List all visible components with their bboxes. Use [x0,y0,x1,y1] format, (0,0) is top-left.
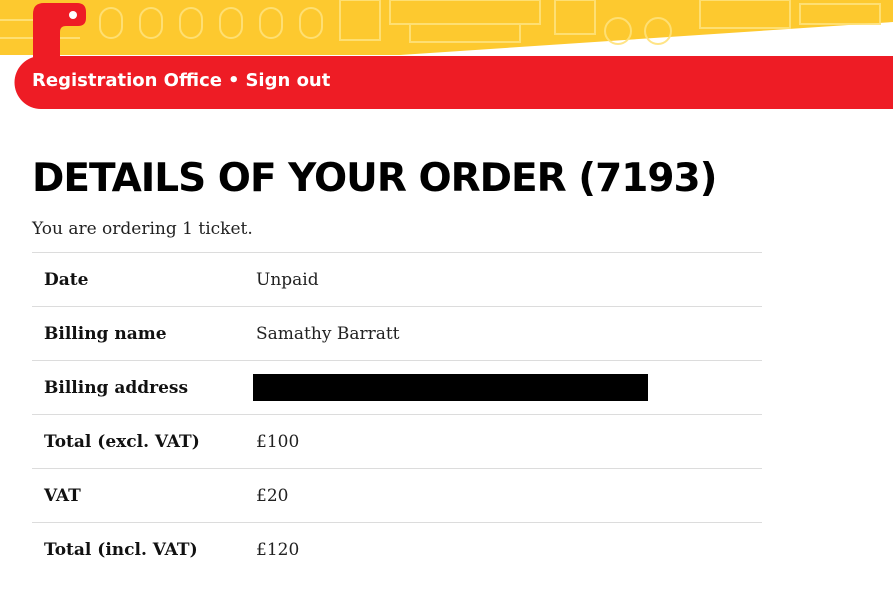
sign-out-link[interactable]: Sign out [245,70,330,91]
order-details: DETAILS OF YOUR ORDER (7193) You are ord… [32,150,762,576]
row-value-date: Unpaid [256,269,319,290]
page-title: DETAILS OF YOUR ORDER (7193) [32,156,717,201]
row-value-billing-name: Samathy Barratt [256,323,400,344]
redacted-address-block [253,374,648,401]
row-label-vat: VAT [44,485,81,506]
row-label-total-excl-vat: Total (excl. VAT) [44,431,200,452]
row-value-total-incl-vat: £120 [256,539,300,560]
table-row: Total (excl. VAT) £100 [32,414,762,469]
registration-office-link[interactable]: Registration Office [32,70,222,91]
table-row: Total (incl. VAT) £120 [32,522,762,577]
table-row: Billing name Samathy Barratt [32,306,762,361]
header-banner [0,0,893,109]
site-header: Registration Office • Sign out [0,0,893,118]
order-details-table: Date Unpaid Billing name Samathy Barratt… [32,252,762,576]
row-value-vat: £20 [256,485,289,506]
row-value-billing-address [253,361,762,415]
row-label-billing-name: Billing name [44,323,167,344]
row-value-total-excl-vat: £100 [256,431,300,452]
table-row: VAT £20 [32,468,762,523]
row-label-billing-address: Billing address [44,377,189,398]
header-nav: Registration Office • Sign out [32,70,330,91]
row-label-total-incl-vat: Total (incl. VAT) [44,539,198,560]
nav-separator: • [227,70,240,91]
order-intro: You are ordering 1 ticket. [32,219,253,239]
row-label-date: Date [44,269,89,290]
table-row: Billing address [32,360,762,415]
table-row: Date Unpaid [32,252,762,307]
